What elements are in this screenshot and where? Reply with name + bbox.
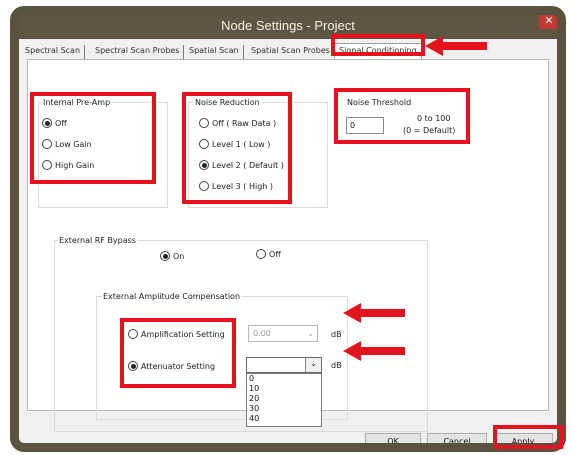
noise-threshold-range: 0 to 100 <box>416 114 452 123</box>
radio-unselected-icon <box>256 249 266 259</box>
noise-off-radio[interactable]: Off ( Raw Data ) <box>199 118 276 128</box>
radio-unselected-icon <box>199 181 209 191</box>
preamp-low-gain-label: Low Gain <box>55 139 92 149</box>
rf-bypass-title: External RF Bypass <box>58 236 137 245</box>
noise-level3-label: Level 3 ( High ) <box>212 181 274 191</box>
dropdown-option[interactable]: 0 <box>247 374 321 384</box>
attenuator-label: Attenuator Setting <box>141 361 216 371</box>
apply-button[interactable]: Apply <box>493 433 553 443</box>
noise-threshold-input[interactable]: 0 <box>346 117 384 134</box>
preamp-off-radio[interactable]: Off <box>42 118 67 128</box>
close-button[interactable]: ✕ <box>539 15 557 29</box>
tab-spatial-scan-probes[interactable]: Spatial Scan Probes <box>247 45 335 59</box>
noise-level1-radio[interactable]: Level 1 ( Low ) <box>199 139 270 149</box>
radio-unselected-icon <box>42 160 52 170</box>
radio-selected-icon <box>42 118 52 128</box>
dropdown-option[interactable]: 40 <box>247 414 321 424</box>
noise-level2-radio[interactable]: Level 2 ( Default ) <box>199 160 284 170</box>
radio-unselected-icon <box>199 118 209 128</box>
noise-off-label: Off ( Raw Data ) <box>212 118 277 128</box>
signal-conditioning-panel: Internal Pre-Amp Off Low Gain High Gain … <box>27 59 549 432</box>
noise-level1-label: Level 1 ( Low ) <box>212 139 271 149</box>
rf-bypass-on-label: On <box>173 251 185 261</box>
tab-signal-conditioning[interactable]: Signal Conditioning <box>334 43 422 59</box>
amplification-unit: dB <box>330 330 343 339</box>
rf-bypass-on-radio[interactable]: On <box>160 251 184 261</box>
radio-selected-icon <box>128 361 138 371</box>
amplification-radio[interactable]: Amplification Setting <box>128 329 225 339</box>
radio-selected-icon <box>199 160 209 170</box>
noise-level2-label: Level 2 ( Default ) <box>212 160 284 170</box>
ok-button[interactable]: OK <box>365 433 421 443</box>
tab-spectral-scan[interactable]: Spectral Scan <box>21 45 86 59</box>
amplification-select[interactable]: 0.00 ⌄ <box>248 325 318 342</box>
rf-bypass-off-radio[interactable]: Off <box>256 249 281 259</box>
radio-unselected-icon <box>199 139 209 149</box>
tab-spectral-scan-probes[interactable]: Spectral Scan Probes <box>91 45 185 59</box>
noise-threshold-title: Noise Threshold <box>346 98 413 107</box>
arrow-left-icon <box>343 303 405 323</box>
attenuator-radio[interactable]: Attenuator Setting <box>128 361 215 371</box>
radio-selected-icon <box>160 251 170 261</box>
amp-comp-title: External Amplitude Compensation <box>102 292 242 301</box>
cancel-button[interactable]: Cancel <box>427 433 487 443</box>
dialog-client: Spectral Scan Spectral Scan Probes Spati… <box>19 39 557 443</box>
chevron-down-icon: ⌄ <box>307 329 314 338</box>
attenuator-select[interactable]: ⌄ <box>246 357 322 373</box>
close-icon: ✕ <box>544 15 554 27</box>
attenuator-dropdown-list: 0 10 20 30 40 <box>246 373 322 427</box>
radio-unselected-icon <box>128 329 138 339</box>
radio-unselected-icon <box>42 139 52 149</box>
rf-bypass-off-label: Off <box>269 249 281 259</box>
noise-reduction-title: Noise Reduction <box>194 98 261 107</box>
amplification-label: Amplification Setting <box>141 329 225 339</box>
dropdown-option[interactable]: 30 <box>247 404 321 414</box>
dropdown-option[interactable]: 20 <box>247 394 321 404</box>
preamp-high-gain-label: High Gain <box>55 160 95 170</box>
arrow-left-icon <box>425 36 487 56</box>
preamp-high-gain-radio[interactable]: High Gain <box>42 160 94 170</box>
preamp-low-gain-radio[interactable]: Low Gain <box>42 139 92 149</box>
preamp-off-label: Off <box>55 118 67 128</box>
noise-threshold-default-note: (0 = Default) <box>402 126 457 135</box>
amplification-value: 0.00 <box>253 329 271 338</box>
noise-level3-radio[interactable]: Level 3 ( High ) <box>199 181 273 191</box>
preamp-title: Internal Pre-Amp <box>42 98 112 107</box>
tab-spatial-scan[interactable]: Spatial Scan <box>185 45 244 59</box>
arrow-left-icon <box>343 341 405 361</box>
chevron-down-icon[interactable]: ⌄ <box>305 358 321 372</box>
window-title: Node Settings - Project <box>221 18 355 33</box>
dropdown-option[interactable]: 10 <box>247 384 321 394</box>
attenuator-unit: dB <box>330 361 343 370</box>
window-frame: Node Settings - Project ✕ Spectral Scan … <box>10 6 566 452</box>
